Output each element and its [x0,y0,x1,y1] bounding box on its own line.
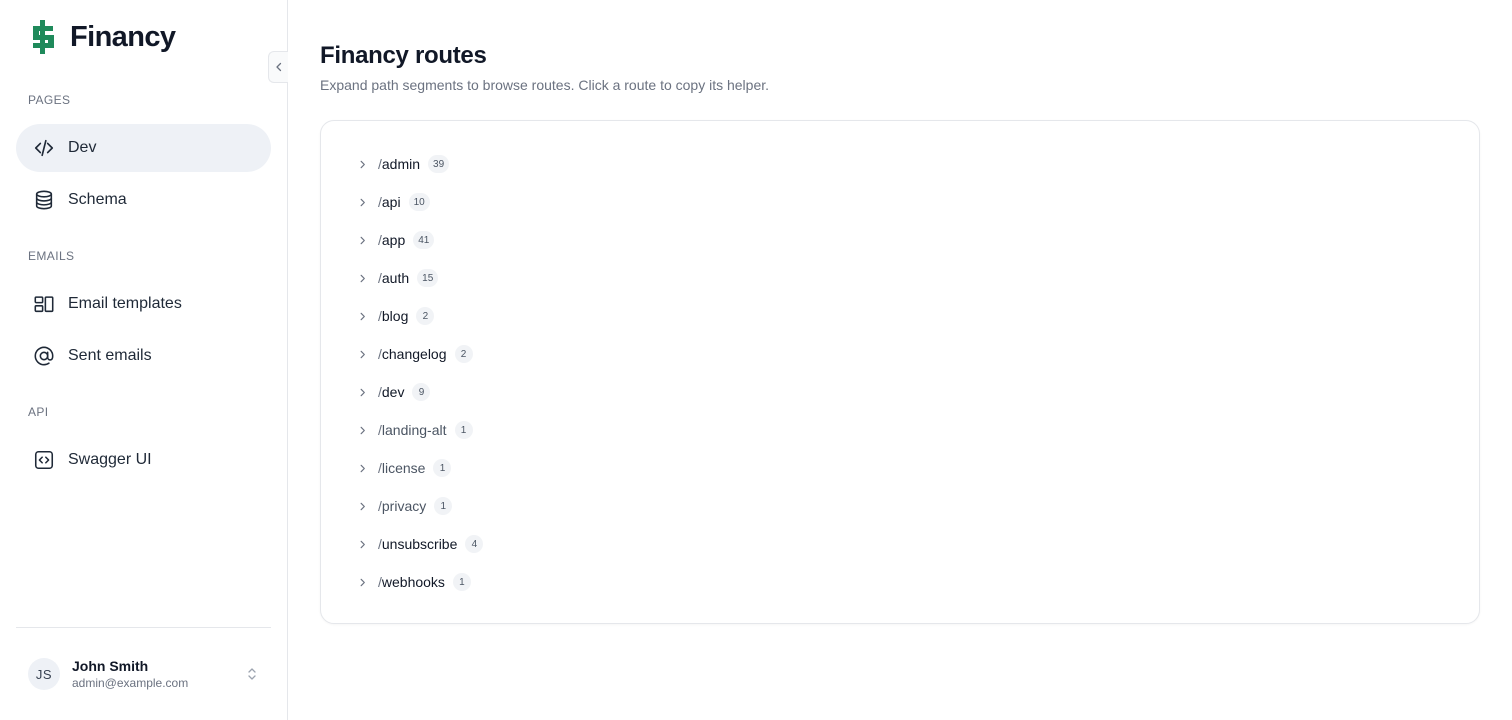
sidebar-item-label: Email templates [68,295,182,312]
sidebar-item-swagger-ui[interactable]: Swagger UI [16,436,271,484]
chevron-right-icon[interactable] [355,233,369,247]
sidebar-item-sent-emails[interactable]: Sent emails [16,332,271,380]
route-count-badge: 39 [428,155,450,173]
main-content: Financy routes Expand path segments to b… [288,0,1512,720]
chevron-right-icon[interactable] [355,271,369,285]
route-row-webhooks[interactable]: /webhooks 1 [355,563,955,601]
chevron-right-icon[interactable] [355,461,369,475]
route-segment: landing-alt [381,422,447,438]
route-segment: api [381,194,401,210]
sidebar-divider [16,627,271,628]
route-segment: dev [381,384,405,400]
templates-icon [32,292,56,316]
user-menu[interactable]: JS John Smith admin@example.com [16,648,271,700]
route-row-privacy[interactable]: /privacy 1 [355,487,955,525]
route-path: /landing-alt [378,422,447,438]
route-row-blog[interactable]: /blog 2 [355,297,955,335]
chevron-right-icon[interactable] [355,423,369,437]
app-window: Financy PAGES Dev Schema EMAILS Email te… [0,0,1512,720]
chevron-right-icon[interactable] [355,499,369,513]
route-row-admin[interactable]: /admin 39 [355,145,955,183]
route-row-changelog[interactable]: /changelog 2 [355,335,955,373]
page-subtitle: Expand path segments to browse routes. C… [320,77,770,93]
section-label-pages: PAGES [28,93,71,107]
route-count-badge: 15 [417,269,439,287]
route-row-landing-alt[interactable]: /landing-alt 1 [355,411,955,449]
route-row-api[interactable]: /api 10 [355,183,955,221]
avatar: JS [28,658,60,690]
at-sign-icon [32,344,56,368]
chevron-right-icon[interactable] [355,575,369,589]
route-row-dev[interactable]: /dev 9 [355,373,955,411]
chevron-right-icon[interactable] [355,537,369,551]
route-count-badge: 9 [412,383,431,401]
chevron-right-icon[interactable] [355,157,369,171]
route-row-unsubscribe[interactable]: /unsubscribe 4 [355,525,955,563]
route-row-license[interactable]: /license 1 [355,449,955,487]
route-path: /unsubscribe [378,536,457,552]
route-path: /auth [378,270,409,286]
route-count-badge: 2 [454,345,473,363]
route-count-badge: 41 [413,231,435,249]
route-path: /admin [378,156,420,172]
chevron-right-icon[interactable] [355,195,369,209]
route-path: /dev [378,384,404,400]
user-name: John Smith [72,657,149,674]
sidebar-item-label: Schema [68,191,127,208]
route-row-auth[interactable]: /auth 15 [355,259,955,297]
route-path: /webhooks [378,574,445,590]
code-square-icon [32,448,56,472]
route-segment: admin [381,156,421,172]
route-list: /admin 39/api 10/app 41/auth 15/blog 2/change… [355,145,955,601]
brand[interactable]: Financy [28,18,176,56]
route-path: /license [378,460,425,476]
route-row-app[interactable]: /app 41 [355,221,955,259]
route-count-badge: 1 [454,421,473,439]
user-email: admin@example.com [72,675,189,690]
collapse-sidebar-button[interactable] [268,51,288,83]
route-segment: app [381,232,406,248]
section-label-api: API [28,405,49,419]
route-count-badge: 1 [433,459,452,477]
route-path: /changelog [378,346,447,362]
route-segment: changelog [381,346,447,362]
chevron-left-icon [275,62,281,72]
route-segment: auth [381,270,410,286]
route-segment: privacy [381,498,427,514]
route-segment: blog [381,308,409,324]
route-count-badge: 2 [416,307,435,325]
sidebar-item-label: Swagger UI [68,451,152,468]
route-count-badge: 1 [434,497,453,515]
brand-name: Financy [70,20,176,53]
sidebar: Financy PAGES Dev Schema EMAILS Email te… [0,0,288,720]
chevron-up-down-icon [248,668,256,680]
chevron-right-icon[interactable] [355,385,369,399]
routes-card: /admin 39/api 10/app 41/auth 15/blog 2/change… [320,120,1480,624]
route-path: /blog [378,308,408,324]
page-title: Financy routes [320,42,487,69]
route-segment: unsubscribe [381,536,458,552]
route-segment: webhooks [381,574,445,590]
chevron-right-icon[interactable] [355,347,369,361]
route-count-badge: 4 [465,535,484,553]
route-path: /app [378,232,405,248]
route-segment: license [381,460,426,476]
route-path: /privacy [378,498,426,514]
sidebar-item-dev[interactable]: Dev [16,124,271,172]
sidebar-item-email-templates[interactable]: Email templates [16,280,271,328]
chevron-right-icon[interactable] [355,309,369,323]
route-count-badge: 1 [452,573,471,591]
route-path: /api [378,194,401,210]
sidebar-item-label: Sent emails [68,347,152,364]
database-icon [32,188,56,212]
section-label-emails: EMAILS [28,249,75,263]
route-count-badge: 10 [408,193,430,211]
sidebar-item-schema[interactable]: Schema [16,176,271,224]
user-info: John Smith admin@example.com [72,657,188,692]
code-icon [32,136,56,160]
sidebar-item-label: Dev [68,139,97,156]
dollar-logo-icon [33,20,54,54]
